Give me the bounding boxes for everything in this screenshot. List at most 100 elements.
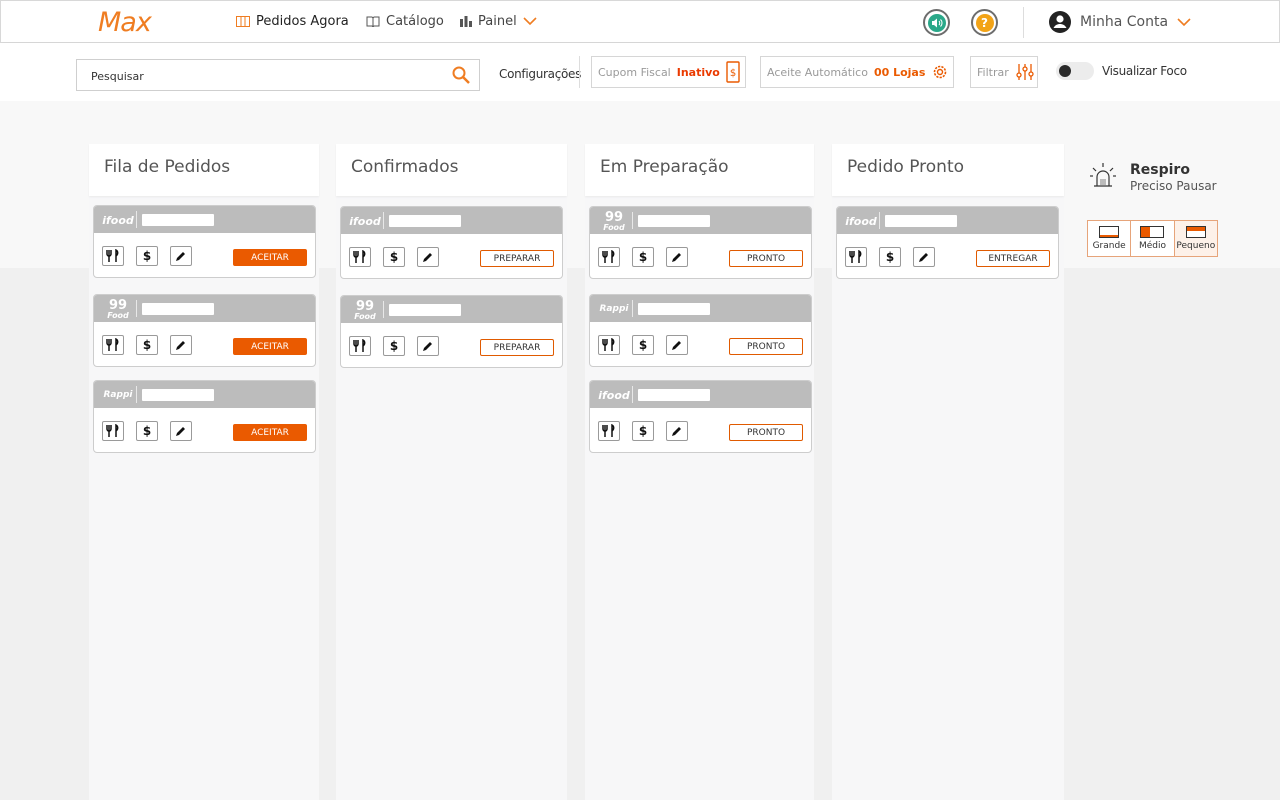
ifood-logo-icon: ifood	[845, 214, 877, 228]
svg-text:$: $	[730, 68, 736, 79]
order-card[interactable]: 99 Food $ PRONTO	[589, 206, 812, 279]
search-placeholder: Pesquisar	[91, 70, 144, 83]
chevron-down-icon	[523, 17, 537, 26]
order-card[interactable]: ifood $ PRONTO	[589, 380, 812, 453]
entregar-button[interactable]: ENTREGAR	[976, 250, 1050, 267]
nav-label: Pedidos Agora	[256, 14, 349, 29]
order-card[interactable]: ifood $ PREPARAR	[340, 206, 563, 279]
order-card[interactable]: Rappi $ PRONTO	[589, 294, 812, 367]
nav-label: Catálogo	[386, 14, 444, 29]
pronto-button[interactable]: PRONTO	[729, 424, 803, 441]
utensils-icon[interactable]	[102, 421, 124, 441]
utensils-icon[interactable]	[845, 247, 867, 267]
pronto-button[interactable]: PRONTO	[729, 250, 803, 267]
filter-button[interactable]: Filtrar	[970, 56, 1038, 88]
preparar-button[interactable]: PREPARAR	[480, 339, 554, 356]
order-actions: $	[598, 247, 688, 267]
utensils-icon[interactable]	[102, 335, 124, 355]
dollar-icon[interactable]: $	[632, 421, 654, 441]
order-actions: $	[349, 336, 439, 356]
layout-large-icon	[1099, 226, 1120, 238]
divider	[136, 386, 137, 403]
utensils-icon[interactable]	[349, 336, 371, 356]
divider	[879, 212, 880, 229]
auto-accept-label: Aceite Automático	[767, 65, 868, 79]
respiro-button[interactable]: Respiro Preciso Pausar	[1088, 160, 1217, 194]
edit-icon[interactable]	[913, 247, 935, 267]
order-card-header: Rappi	[94, 381, 315, 408]
search-input[interactable]: Pesquisar	[76, 59, 480, 91]
aceitar-button[interactable]: ACEITAR	[233, 424, 307, 441]
nav-painel[interactable]: Painel	[460, 14, 537, 29]
edit-icon[interactable]	[666, 335, 688, 355]
size-label: Pequeno	[1176, 241, 1216, 251]
utensils-icon[interactable]	[349, 247, 371, 267]
edit-icon[interactable]	[170, 421, 192, 441]
utensils-icon[interactable]	[102, 246, 124, 266]
auto-accept-button[interactable]: Aceite Automático 00 Lojas	[760, 56, 954, 88]
utensils-icon[interactable]	[598, 247, 620, 267]
account-menu[interactable]: Minha Conta	[1049, 11, 1191, 33]
utensils-icon[interactable]	[598, 421, 620, 441]
size-grande-button[interactable]: Grande	[1088, 221, 1132, 256]
sound-button[interactable]	[923, 9, 950, 36]
size-pequeno-button[interactable]: Pequeno	[1174, 221, 1217, 256]
nav-catalogo[interactable]: Catálogo	[366, 14, 444, 29]
top-navigation-bar: Max Pedidos Agora Catálogo Painel ? Minh…	[0, 0, 1280, 43]
order-actions: $	[102, 421, 192, 441]
order-card-header: ifood	[341, 207, 562, 234]
divider	[1023, 7, 1024, 38]
fiscal-coupon-button[interactable]: Cupom Fiscal Inativo $	[591, 56, 746, 88]
edit-icon[interactable]	[417, 336, 439, 356]
receipt-icon: $	[726, 61, 740, 83]
order-card[interactable]: 99 Food $ PREPARAR	[340, 295, 563, 368]
utensils-icon[interactable]	[598, 335, 620, 355]
toolbar: Pesquisar Configurações Cupom Fiscal Ina…	[0, 43, 1280, 101]
fiscal-label: Cupom Fiscal	[598, 65, 671, 79]
filter-label: Filtrar	[977, 65, 1009, 79]
order-actions: $	[102, 335, 192, 355]
dollar-icon[interactable]: $	[632, 335, 654, 355]
toggle-knob	[1059, 65, 1071, 77]
preparar-button[interactable]: PREPARAR	[480, 250, 554, 267]
column-confirmados: Confirmados ifood $ PREPARAR 99 Food $ PREPARA…	[336, 144, 567, 800]
column-title: Fila de Pedidos	[89, 144, 319, 196]
search-icon[interactable]	[451, 65, 471, 85]
nav-pedidos-agora[interactable]: Pedidos Agora	[236, 14, 349, 29]
order-card[interactable]: ifood $ ACEITAR	[93, 205, 316, 278]
settings-link[interactable]: Configurações	[499, 67, 581, 81]
max-logo[interactable]: Max	[98, 7, 152, 38]
edit-icon[interactable]	[170, 246, 192, 266]
column-em-preparacao: Em Preparação 99 Food $ PRONTO Rappi $ PRONTO i…	[585, 144, 814, 800]
order-id-redacted	[638, 303, 710, 315]
order-actions: $	[598, 335, 688, 355]
edit-icon[interactable]	[666, 421, 688, 441]
nav-label: Painel	[478, 14, 517, 29]
edit-icon[interactable]	[417, 247, 439, 267]
pronto-button[interactable]: PRONTO	[729, 338, 803, 355]
column-title: Pedido Pronto	[832, 144, 1064, 196]
order-card[interactable]: ifood $ ENTREGAR	[836, 206, 1059, 279]
dollar-icon[interactable]: $	[879, 247, 901, 267]
divider	[632, 300, 633, 317]
column-title: Confirmados	[336, 144, 567, 196]
edit-icon[interactable]	[666, 247, 688, 267]
dollar-icon[interactable]: $	[136, 421, 158, 441]
order-id-redacted	[638, 389, 710, 401]
edit-icon[interactable]	[170, 335, 192, 355]
rappi-logo-icon: Rappi	[599, 303, 629, 314]
dollar-icon[interactable]: $	[632, 247, 654, 267]
dollar-icon[interactable]: $	[136, 335, 158, 355]
size-medio-button[interactable]: Médio	[1131, 221, 1175, 256]
aceitar-button[interactable]: ACEITAR	[233, 338, 307, 355]
focus-toggle[interactable]	[1056, 62, 1094, 80]
help-button[interactable]: ?	[971, 9, 998, 36]
dollar-icon[interactable]: $	[383, 336, 405, 356]
dollar-icon[interactable]: $	[383, 247, 405, 267]
order-card[interactable]: Rappi $ ACEITAR	[93, 380, 316, 453]
column-pedido-pronto: Pedido Pronto ifood $ ENTREGAR	[832, 144, 1064, 800]
order-card-header: 99 Food	[590, 207, 811, 234]
aceitar-button[interactable]: ACEITAR	[233, 249, 307, 266]
order-card[interactable]: 99 Food $ ACEITAR	[93, 294, 316, 367]
dollar-icon[interactable]: $	[136, 246, 158, 266]
